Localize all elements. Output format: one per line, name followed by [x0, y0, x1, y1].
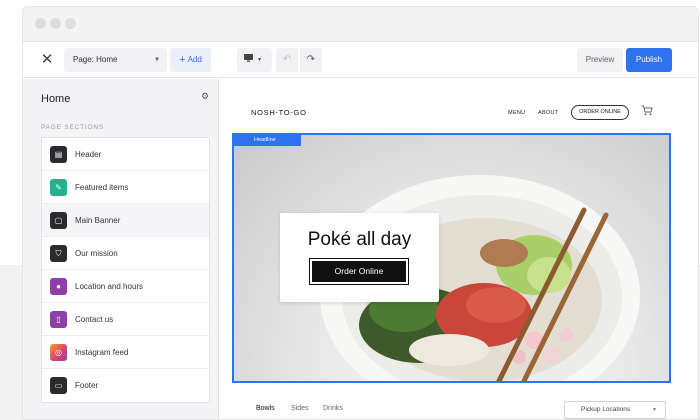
nav-link-about[interactable]: ABOUT	[538, 110, 558, 116]
chevron-down-icon: ▼	[257, 57, 262, 63]
window-dot-maximize[interactable]	[65, 18, 76, 29]
footer-icon: ▭	[50, 377, 67, 394]
section-heading: PAGE SECTIONS	[41, 124, 105, 131]
publish-button[interactable]: Publish	[626, 48, 672, 72]
site-preview: NOSH-TO-GO MENU ABOUT ORDER ONLINE Headl…	[231, 93, 671, 419]
desktop-icon	[244, 54, 253, 62]
section-item-label: Contact us	[75, 315, 114, 324]
section-item-location-and-hours[interactable]: ● Location and hours	[42, 270, 209, 303]
window-dot-close[interactable]	[35, 18, 46, 29]
chevron-down-icon: ▼	[154, 57, 160, 63]
plus-icon: +	[179, 54, 186, 66]
section-item-label: Featured items	[75, 183, 129, 192]
banner-icon: ▢	[50, 212, 67, 229]
headline-badge: Headline	[234, 135, 301, 146]
page-select-label: Page: Home	[73, 55, 118, 64]
cart-icon[interactable]	[641, 105, 653, 119]
map-pin-icon: ●	[50, 278, 67, 295]
editor-toolbar: ✕ Page: Home ▼ + Add ▼ ↶ ↷ Preview Publis…	[23, 42, 698, 78]
undo-icon[interactable]: ↶	[276, 48, 298, 72]
sidebar: Home ⚙ PAGE SECTIONS ▤ Header ✎ Featured…	[23, 79, 219, 419]
window-dot-minimize[interactable]	[50, 18, 61, 29]
add-button-label: Add	[187, 55, 202, 64]
order-online-button[interactable]: Order Online	[309, 258, 409, 285]
tag-icon: ✎	[50, 179, 67, 196]
site-brand[interactable]: NOSH-TO-GO	[251, 108, 307, 117]
preview-button[interactable]: Preview	[577, 48, 623, 72]
section-item-header[interactable]: ▤ Header	[42, 138, 209, 171]
device-select[interactable]: ▼	[237, 48, 272, 72]
section-item-instagram-feed[interactable]: ◎ Instagram feed	[42, 336, 209, 369]
window-titlebar	[23, 7, 698, 42]
pickup-location-select[interactable]: Pickup Locations ▼	[564, 401, 666, 419]
gear-icon[interactable]: ⚙	[201, 91, 209, 102]
section-list: ▤ Header ✎ Featured items ▢ Main Banner …	[41, 137, 210, 403]
main-banner-section[interactable]: Headline Poké all day Order Online	[232, 133, 671, 383]
section-item-label: Instagram feed	[75, 348, 129, 357]
section-item-contact-us[interactable]: ▯ Contact us	[42, 303, 209, 336]
hero-title: Poké all day	[307, 229, 412, 250]
page-select[interactable]: Page: Home ▼	[64, 48, 167, 72]
order-online-pill-button[interactable]: ORDER ONLINE	[571, 105, 629, 120]
tab-bowls[interactable]: Bowls	[256, 405, 275, 412]
cart-icon-graphic	[641, 105, 653, 116]
section-item-footer[interactable]: ▭ Footer	[42, 369, 209, 402]
section-item-label: Our mission	[75, 249, 118, 258]
pickup-location-label: Pickup Locations	[581, 406, 631, 413]
section-item-label: Main Banner	[75, 216, 121, 225]
section-item-featured-items[interactable]: ✎ Featured items	[42, 171, 209, 204]
add-button[interactable]: + Add	[170, 48, 211, 72]
nav-link-menu[interactable]: MENU	[508, 110, 525, 116]
chevron-down-icon: ▼	[652, 407, 657, 413]
sidebar-title: Home	[41, 93, 71, 105]
shield-icon: ⛉	[50, 245, 67, 262]
instagram-icon: ◎	[50, 344, 67, 361]
section-item-main-banner[interactable]: ▢ Main Banner	[42, 204, 209, 237]
contact-card-icon: ▯	[50, 311, 67, 328]
section-item-label: Location and hours	[75, 282, 144, 291]
close-icon[interactable]: ✕	[37, 50, 57, 70]
redo-icon[interactable]: ↷	[300, 48, 322, 72]
header-icon: ▤	[50, 146, 67, 163]
tab-drinks[interactable]: Drinks	[323, 405, 343, 412]
editor-window: ✕ Page: Home ▼ + Add ▼ ↶ ↷ Preview Publis…	[22, 6, 699, 420]
section-item-our-mission[interactable]: ⛉ Our mission	[42, 237, 209, 270]
hero-card: Poké all day Order Online	[280, 213, 439, 302]
section-item-label: Footer	[75, 381, 99, 390]
section-item-label: Header	[75, 150, 102, 159]
menu-tabs-bar: Bowls Sides Drinks Pickup Locations ▼	[231, 393, 671, 419]
tab-sides[interactable]: Sides	[291, 405, 309, 412]
